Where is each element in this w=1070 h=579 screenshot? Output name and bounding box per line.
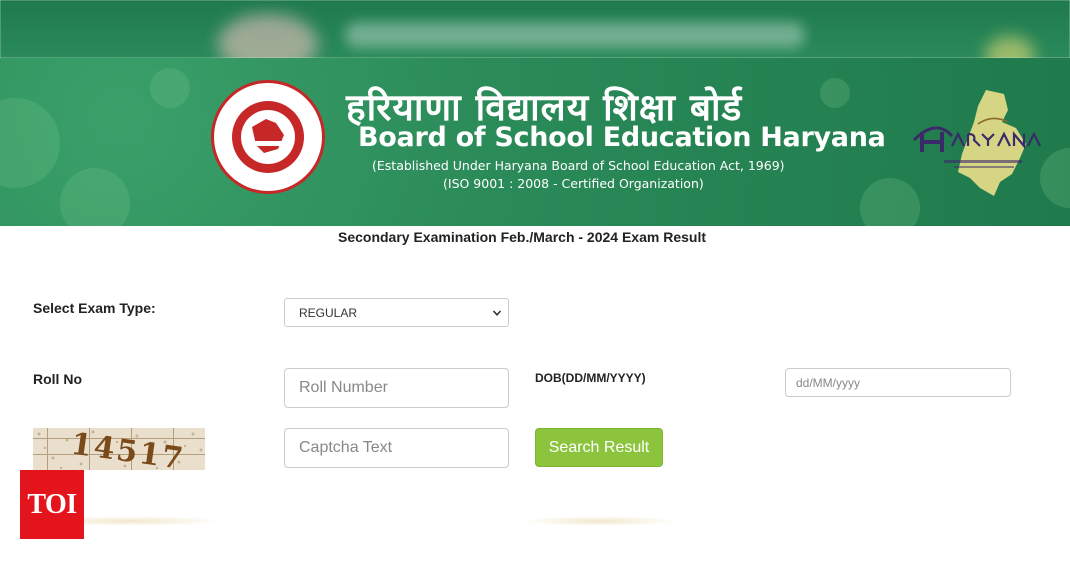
dob-label: DOB(DD/MM/YYYY) [535, 371, 646, 385]
exam-type-selected-value: REGULAR [299, 306, 358, 320]
blurred-title [345, 22, 805, 48]
board-title-english: Board of School Education Haryana [358, 122, 886, 153]
captcha-input[interactable]: Captcha Text [284, 428, 509, 468]
board-subtitle-iso: (ISO 9001 : 2008 - Certified Organizatio… [443, 176, 704, 191]
search-result-button[interactable]: Search Result [535, 428, 663, 467]
captcha-placeholder: Captcha Text [299, 439, 393, 456]
dob-input[interactable]: dd/MM/yyyy [785, 368, 1011, 397]
header-banner: हरियाणा विद्यालय शिक्षा बोर्ड Board of S… [0, 58, 1070, 226]
roll-number-input[interactable]: Roll Number [284, 368, 509, 408]
bseh-emblem-icon [211, 80, 325, 194]
board-subtitle-established: (Established Under Haryana Board of Scho… [372, 158, 785, 173]
header-blur-strip [0, 0, 1070, 58]
exam-type-select[interactable]: REGULAR [284, 298, 509, 327]
dob-placeholder: dd/MM/yyyy [796, 376, 861, 390]
toi-watermark: TOI [20, 470, 84, 539]
chevron-down-icon [492, 310, 502, 316]
blurred-map-icon [985, 36, 1035, 58]
captcha-image: 14517 [33, 428, 205, 470]
happening-haryana-logo-icon [908, 88, 1058, 198]
roll-number-placeholder: Roll Number [299, 379, 388, 396]
page-title: Secondary Examination Feb./March - 2024 … [337, 229, 707, 245]
roll-no-label: Roll No [33, 371, 82, 387]
shadow-divider [520, 516, 680, 526]
blurred-logo-icon [218, 14, 318, 58]
exam-type-label: Select Exam Type: [33, 300, 156, 316]
